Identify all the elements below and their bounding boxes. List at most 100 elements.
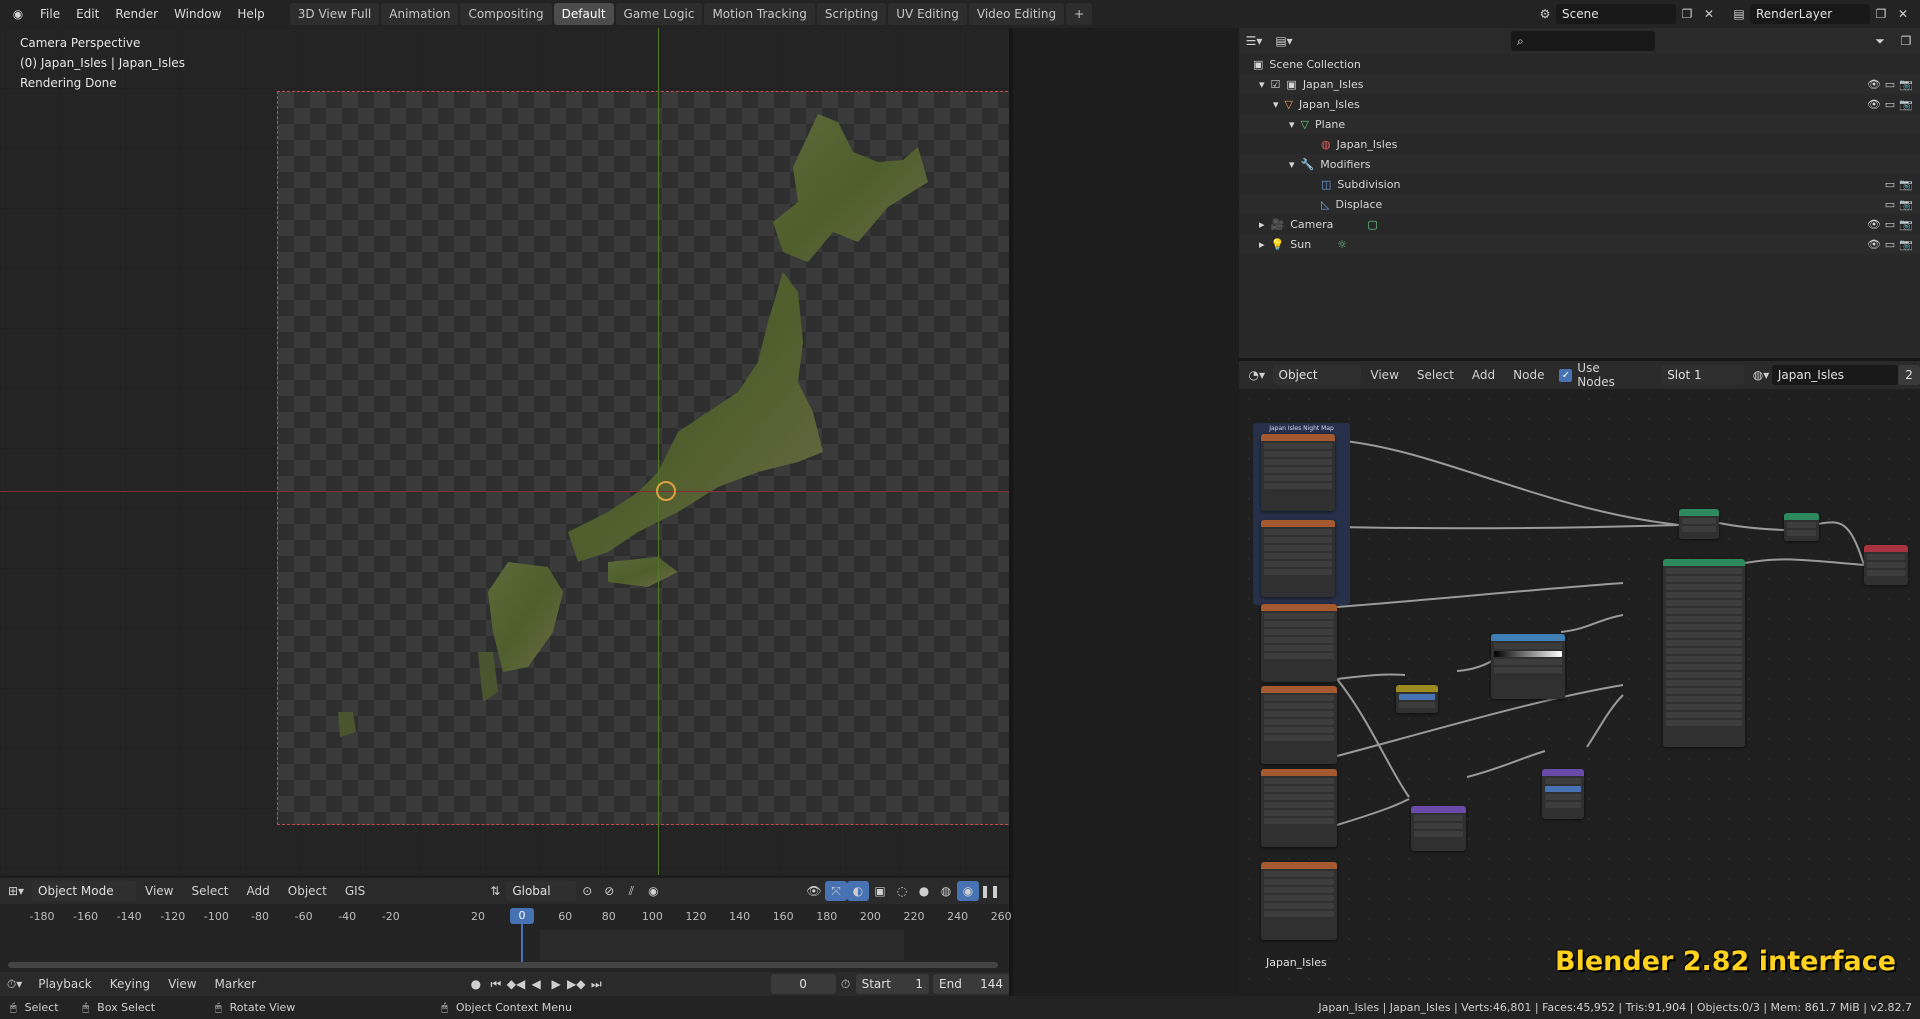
- eye-icon[interactable]: 👁: [1866, 78, 1882, 91]
- bump-node[interactable]: [1542, 769, 1584, 819]
- jump-start-icon[interactable]: ⏮: [486, 974, 506, 994]
- marker-menu[interactable]: Marker: [206, 977, 265, 991]
- disclosure-icon[interactable]: ▾: [1273, 98, 1279, 111]
- menu-edit[interactable]: Edit: [68, 0, 107, 28]
- jump-end-icon[interactable]: ⏭: [586, 974, 606, 994]
- current-frame-field[interactable]: 0: [770, 974, 836, 994]
- outliner-row-sun[interactable]: ▸ 💡 Sun ☼ 👁 ▭ 📷: [1239, 234, 1920, 254]
- viewport-disable-icon[interactable]: ▭: [1882, 178, 1898, 191]
- disclosure-icon[interactable]: ▸: [1259, 218, 1265, 231]
- render-disable-icon[interactable]: 📷: [1898, 238, 1914, 251]
- add-shader-node[interactable]: [1784, 513, 1819, 541]
- eye-icon[interactable]: 👁: [1866, 98, 1882, 111]
- outliner-row-mesh-data[interactable]: ▾ ▽ Plane: [1239, 114, 1920, 134]
- checkbox-icon[interactable]: ☑: [1271, 78, 1281, 91]
- render-disable-icon[interactable]: 📷: [1898, 78, 1914, 91]
- material-users-count[interactable]: 2: [1898, 365, 1920, 385]
- display-mode-icon[interactable]: ▤▾: [1273, 31, 1295, 51]
- add-workspace-button[interactable]: +: [1066, 3, 1093, 25]
- view-layer-field[interactable]: RenderLayer: [1750, 4, 1870, 24]
- menu-add[interactable]: Add: [238, 884, 279, 898]
- material-browse-icon[interactable]: ◍▾: [1750, 365, 1772, 385]
- clock-icon[interactable]: ⏱: [836, 974, 856, 994]
- menu-gis[interactable]: GIS: [336, 884, 374, 898]
- render-disable-icon[interactable]: 📷: [1898, 218, 1914, 231]
- outliner-search-input[interactable]: ⌕: [1511, 31, 1655, 51]
- menu-view[interactable]: View: [136, 884, 182, 898]
- pivot-icon[interactable]: ⊙: [576, 881, 598, 901]
- eye-icon[interactable]: 👁: [1866, 238, 1882, 251]
- rendered-shading-icon[interactable]: ◉: [957, 881, 979, 901]
- image-texture-node[interactable]: [1261, 434, 1335, 511]
- 3d-viewport[interactable]: Camera Perspective (0) Japan_Isles | Jap…: [0, 28, 1009, 875]
- play-icon[interactable]: ▶: [546, 974, 566, 994]
- record-icon[interactable]: ●: [466, 974, 486, 994]
- menu-select[interactable]: Select: [182, 884, 237, 898]
- render-disable-icon[interactable]: 📷: [1898, 98, 1914, 111]
- gizmo-toggle-icon[interactable]: ⤧: [825, 881, 847, 901]
- node-menu-select[interactable]: Select: [1408, 368, 1463, 382]
- view-layer-icon[interactable]: ▤: [1728, 4, 1750, 24]
- outliner-row-displace[interactable]: ◺ Displace ▭ 📷: [1239, 194, 1920, 214]
- viewport-disable-icon[interactable]: ▭: [1882, 98, 1898, 111]
- image-texture-node[interactable]: [1261, 862, 1337, 940]
- outliner[interactable]: ☰▾ ▤▾ ⌕ ⏷ ❐ ▣ Scene Collection ▾ ☑ ▣ Jap…: [1239, 28, 1920, 358]
- use-nodes-checkbox[interactable]: ✓: [1559, 368, 1573, 382]
- new-collection-icon[interactable]: ❐: [1895, 31, 1917, 51]
- viewport-disable-icon[interactable]: ▭: [1882, 238, 1898, 251]
- outliner-row-object[interactable]: ▾ ▽ Japan_Isles 👁 ▭ 📷: [1239, 94, 1920, 114]
- node-menu-view[interactable]: View: [1361, 368, 1407, 382]
- menu-window[interactable]: Window: [166, 0, 229, 28]
- outliner-row-material[interactable]: ◍ Japan_Isles: [1239, 134, 1920, 154]
- blender-logo-icon[interactable]: ◉: [4, 4, 32, 24]
- tab-3d-view-full[interactable]: 3D View Full: [289, 3, 380, 25]
- disclosure-icon[interactable]: ▾: [1289, 118, 1295, 131]
- editor-type-icon[interactable]: ⊞▾: [0, 881, 32, 901]
- orientation-dropdown[interactable]: Global: [506, 881, 577, 901]
- disclosure-icon[interactable]: ▾: [1259, 78, 1265, 91]
- material-name-field[interactable]: Japan_Isles: [1771, 365, 1899, 385]
- node-editor[interactable]: Japan Isles Night Map Japan_Isles: [1239, 389, 1920, 996]
- image-texture-node[interactable]: [1261, 769, 1337, 847]
- invert-node[interactable]: [1396, 685, 1438, 713]
- tab-uv-editing[interactable]: UV Editing: [888, 3, 967, 25]
- timeline[interactable]: -180-160-140-120-100-80-60-40-2020406080…: [0, 904, 1012, 980]
- menu-help[interactable]: Help: [229, 0, 272, 28]
- principled-bsdf-node[interactable]: [1663, 559, 1745, 747]
- disclosure-icon[interactable]: ▸: [1259, 238, 1265, 251]
- xray-icon[interactable]: ▣: [869, 881, 891, 901]
- eye-icon[interactable]: 👁: [1866, 218, 1882, 231]
- end-frame-field[interactable]: 144: [967, 974, 1010, 994]
- snap-icon[interactable]: ⊘: [598, 881, 620, 901]
- pause-render-icon[interactable]: ❚❚: [979, 881, 1001, 901]
- mode-dropdown[interactable]: Object Mode: [32, 881, 136, 901]
- menu-file[interactable]: File: [32, 0, 68, 28]
- outliner-row-modifiers[interactable]: ▾ 🔧 Modifiers: [1239, 154, 1920, 174]
- delete-scene-icon[interactable]: ✕: [1698, 4, 1720, 24]
- shader-type-dropdown[interactable]: Object: [1272, 365, 1362, 385]
- outliner-row-camera[interactable]: ▸ 🎥 Camera ▢ 👁 ▭ 📷: [1239, 214, 1920, 234]
- node-menu-add[interactable]: Add: [1463, 368, 1504, 382]
- node-menu-node[interactable]: Node: [1504, 368, 1553, 382]
- prev-keyframe-icon[interactable]: ◆◀: [506, 974, 526, 994]
- overlay-toggle-icon[interactable]: ◐: [847, 881, 869, 901]
- filter-icon[interactable]: ⏷: [1869, 31, 1891, 51]
- material-output-node[interactable]: [1864, 545, 1908, 585]
- current-frame-indicator[interactable]: 0: [510, 908, 534, 924]
- node-editor-type-icon[interactable]: ◔▾: [1241, 365, 1273, 385]
- keying-menu[interactable]: Keying: [101, 977, 159, 991]
- menu-object[interactable]: Object: [279, 884, 336, 898]
- tab-default[interactable]: Default: [553, 3, 614, 25]
- area-splitter-horizontal[interactable]: [1239, 358, 1920, 361]
- start-frame-field[interactable]: 1: [896, 974, 929, 994]
- timeline-editor-icon[interactable]: ⏱▾: [0, 974, 29, 994]
- outliner-row-subdivision[interactable]: ◫ Subdivision ▭ 📷: [1239, 174, 1920, 194]
- outliner-row-collection[interactable]: ▾ ☑ ▣ Japan_Isles 👁 ▭ 📷: [1239, 74, 1920, 94]
- outliner-row-scene-collection[interactable]: ▣ Scene Collection: [1239, 54, 1920, 74]
- delete-view-layer-icon[interactable]: ✕: [1892, 4, 1914, 24]
- new-scene-icon[interactable]: ❐: [1676, 4, 1698, 24]
- tab-video-editing[interactable]: Video Editing: [968, 3, 1065, 25]
- solid-shading-icon[interactable]: ●: [913, 881, 935, 901]
- play-reverse-icon[interactable]: ◀: [526, 974, 546, 994]
- snap-target-icon[interactable]: ⫽: [620, 881, 642, 901]
